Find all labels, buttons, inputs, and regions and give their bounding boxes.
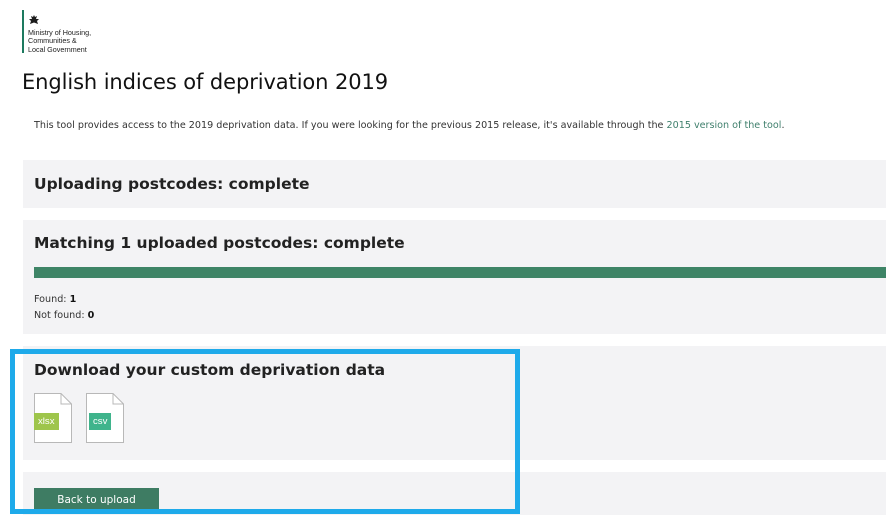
intro-text: This tool provides access to the 2019 de…	[34, 120, 785, 131]
match-stats: Found: 1 Not found: 0	[34, 292, 94, 323]
logo-line-3: Local Government	[28, 44, 87, 54]
download-heading: Download your custom deprivation data	[34, 361, 386, 379]
found-value: 1	[69, 294, 77, 305]
back-to-upload-button[interactable]: Back to upload	[34, 488, 159, 512]
previous-version-link[interactable]: 2015 version of the tool	[667, 120, 782, 131]
not-found-label: Not found:	[34, 309, 85, 321]
csv-label: csv	[89, 413, 112, 430]
page-title: English indices of deprivation 2019	[22, 70, 388, 94]
download-file-list: xlsx csv	[34, 393, 124, 443]
xlsx-label: xlsx	[34, 413, 59, 430]
download-csv-button[interactable]: csv	[86, 393, 124, 443]
upload-status-heading: Uploading postcodes: complete	[34, 175, 310, 193]
upload-status-panel: Uploading postcodes: complete	[23, 160, 886, 208]
not-found-stat: Not found: 0	[34, 308, 94, 324]
ministry-logo: Ministry of Housing, Communities & Local…	[22, 10, 91, 54]
download-xlsx-button[interactable]: xlsx	[34, 393, 72, 443]
intro-body: This tool provides access to the 2019 de…	[34, 120, 667, 131]
not-found-value: 0	[87, 309, 95, 321]
match-status-panel: Matching 1 uploaded postcodes: complete …	[23, 220, 886, 334]
match-progress-fill	[34, 267, 886, 278]
match-progress-bar	[34, 267, 886, 278]
download-panel: Download your custom deprivation data xl…	[23, 346, 886, 460]
found-stat: Found: 1	[34, 292, 94, 308]
match-status-heading: Matching 1 uploaded postcodes: complete	[34, 234, 405, 252]
actions-panel: Back to upload	[23, 472, 886, 515]
intro-suffix: .	[781, 120, 785, 131]
found-label: Found:	[34, 294, 67, 305]
royal-crest-icon	[29, 15, 39, 24]
